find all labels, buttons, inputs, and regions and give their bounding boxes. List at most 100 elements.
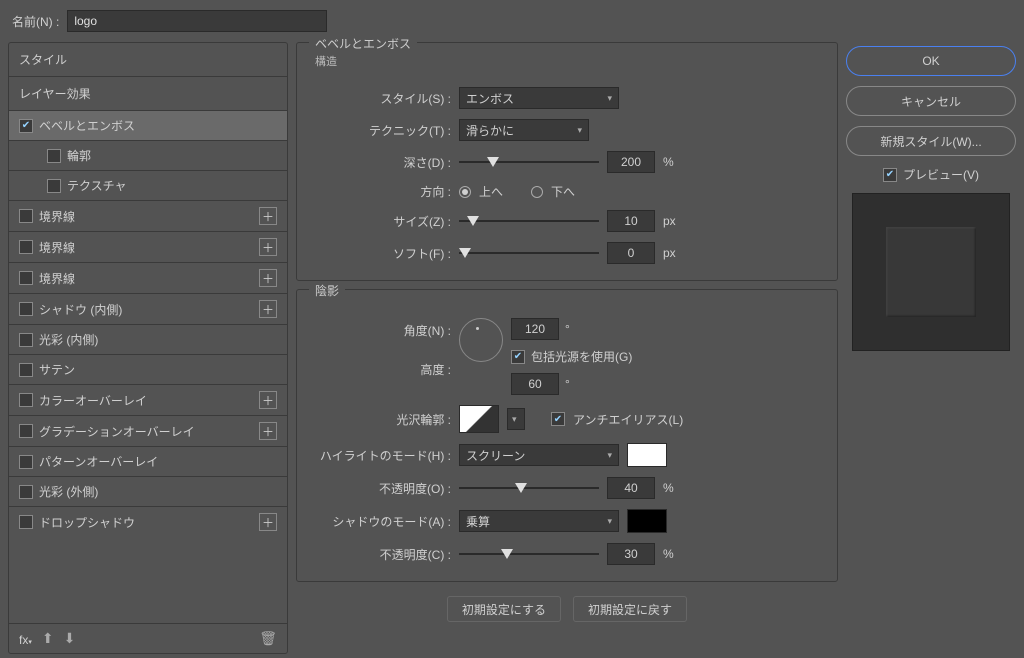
style-item-label: シャドウ (内側) — [39, 301, 122, 318]
style-item-11[interactable]: パターンオーバーレイ — [9, 446, 287, 476]
style-checkbox[interactable] — [19, 455, 33, 469]
style-checkbox[interactable] — [19, 333, 33, 347]
style-checkbox[interactable] — [19, 240, 33, 254]
size-slider[interactable] — [459, 214, 599, 228]
highlight-mode-select[interactable]: スクリーン▾ — [459, 444, 619, 466]
trash-icon[interactable]: 🗑 — [259, 630, 277, 647]
shadow-color-swatch[interactable] — [627, 509, 667, 533]
chevron-down-icon: ▾ — [607, 93, 612, 104]
styles-header[interactable]: スタイル — [9, 43, 287, 77]
style-item-10[interactable]: グラデーションオーバーレイ＋ — [9, 415, 287, 446]
style-checkbox[interactable] — [19, 485, 33, 499]
add-effect-icon[interactable]: ＋ — [259, 238, 277, 256]
add-effect-icon[interactable]: ＋ — [259, 269, 277, 287]
make-default-button[interactable]: 初期設定にする — [447, 596, 561, 622]
name-label: 名前(N) : — [12, 13, 59, 30]
reset-default-button[interactable]: 初期設定に戻す — [573, 596, 687, 622]
bevel-emboss-title: ベベルとエンボス — [309, 35, 417, 52]
preview-thumbnail — [852, 193, 1010, 351]
style-label: スタイル(S) : — [311, 90, 451, 107]
soften-input[interactable]: 0 — [607, 242, 655, 264]
style-item-2[interactable]: テクスチャ — [9, 170, 287, 200]
fx-icon[interactable]: fx▾ — [19, 631, 32, 647]
gloss-contour-dropdown[interactable]: ▾ — [507, 408, 525, 430]
move-up-icon[interactable]: ⬆ — [42, 630, 54, 647]
highlight-color-swatch[interactable] — [627, 443, 667, 467]
name-input[interactable] — [67, 10, 327, 32]
gloss-contour-picker[interactable] — [459, 405, 499, 433]
depth-input[interactable]: 200 — [607, 151, 655, 173]
add-effect-icon[interactable]: ＋ — [259, 391, 277, 409]
add-effect-icon[interactable]: ＋ — [259, 207, 277, 225]
highlight-opacity-unit: % — [663, 481, 674, 495]
style-checkbox[interactable] — [19, 424, 33, 438]
depth-slider[interactable] — [459, 155, 599, 169]
angle-dial[interactable] — [459, 318, 503, 362]
style-item-4[interactable]: 境界線 ＋ — [9, 231, 287, 262]
altitude-label: 高度 : — [311, 361, 451, 378]
ok-button[interactable]: OK — [846, 46, 1016, 76]
global-light-checkbox[interactable] — [511, 350, 525, 364]
angle-label: 角度(N) : — [311, 322, 451, 339]
style-checkbox[interactable] — [19, 515, 33, 529]
add-effect-icon[interactable]: ＋ — [259, 300, 277, 318]
style-checkbox[interactable] — [47, 149, 61, 163]
highlight-opacity-input[interactable]: 40 — [607, 477, 655, 499]
style-item-label: 光彩 (内側) — [39, 331, 98, 348]
gloss-contour-label: 光沢輪郭 : — [311, 411, 451, 428]
direction-up-radio[interactable] — [459, 186, 471, 198]
style-item-5[interactable]: 境界線＋ — [9, 262, 287, 293]
shadow-opacity-input[interactable]: 30 — [607, 543, 655, 565]
cancel-button[interactable]: キャンセル — [846, 86, 1016, 116]
direction-up-label: 上へ — [479, 183, 503, 200]
style-item-8[interactable]: サテン — [9, 354, 287, 384]
direction-label: 方向 : — [311, 183, 451, 200]
shading-title: 陰影 — [309, 282, 345, 299]
angle-input[interactable]: 120 — [511, 318, 559, 340]
preview-checkbox[interactable] — [883, 168, 897, 182]
style-item-13[interactable]: ドロップシャドウ＋ — [9, 506, 287, 537]
style-checkbox[interactable] — [19, 119, 33, 133]
style-item-3[interactable]: 境界線＋ — [9, 200, 287, 231]
soften-label: ソフト(F) : — [311, 245, 451, 262]
style-item-label: テクスチャ — [67, 177, 127, 194]
style-item-1[interactable]: 輪郭 — [9, 140, 287, 170]
antialias-checkbox[interactable] — [551, 412, 565, 426]
style-checkbox[interactable] — [19, 363, 33, 377]
layer-effects-header[interactable]: レイヤー効果 — [9, 77, 287, 110]
size-label: サイズ(Z) : — [311, 213, 451, 230]
style-item-12[interactable]: 光彩 (外側) — [9, 476, 287, 506]
style-item-9[interactable]: カラーオーバーレイ＋ — [9, 384, 287, 415]
shadow-mode-label: シャドウのモード(A) : — [311, 513, 451, 530]
style-checkbox[interactable] — [19, 393, 33, 407]
style-item-6[interactable]: シャドウ (内側) ＋ — [9, 293, 287, 324]
direction-down-label: 下へ — [551, 183, 575, 200]
size-input[interactable]: 10 — [607, 210, 655, 232]
style-item-label: 境界線 — [39, 239, 75, 256]
soften-slider[interactable] — [459, 246, 599, 260]
technique-select[interactable]: 滑らかに▾ — [459, 119, 589, 141]
style-checkbox[interactable] — [19, 271, 33, 285]
altitude-input[interactable]: 60 — [511, 373, 559, 395]
style-item-0[interactable]: ベベルとエンボス — [9, 110, 287, 140]
add-effect-icon[interactable]: ＋ — [259, 422, 277, 440]
preview-label: プレビュー(V) — [903, 166, 979, 183]
style-checkbox[interactable] — [19, 302, 33, 316]
style-checkbox[interactable] — [47, 179, 61, 193]
antialias-label: アンチエイリアス(L) — [573, 411, 683, 428]
shadow-mode-select[interactable]: 乗算▾ — [459, 510, 619, 532]
structure-subtitle: 構造 — [315, 53, 337, 69]
shadow-opacity-slider[interactable] — [459, 547, 599, 561]
style-item-7[interactable]: 光彩 (内側) — [9, 324, 287, 354]
add-effect-icon[interactable]: ＋ — [259, 513, 277, 531]
highlight-opacity-label: 不透明度(O) : — [311, 480, 451, 497]
depth-unit: % — [663, 155, 674, 169]
highlight-opacity-slider[interactable] — [459, 481, 599, 495]
style-select[interactable]: エンボス▾ — [459, 87, 619, 109]
soften-unit: px — [663, 246, 676, 260]
global-light-label: 包括光源を使用(G) — [531, 348, 632, 365]
move-down-icon[interactable]: ⬇ — [64, 630, 76, 647]
direction-down-radio[interactable] — [531, 186, 543, 198]
style-checkbox[interactable] — [19, 209, 33, 223]
new-style-button[interactable]: 新規スタイル(W)... — [846, 126, 1016, 156]
